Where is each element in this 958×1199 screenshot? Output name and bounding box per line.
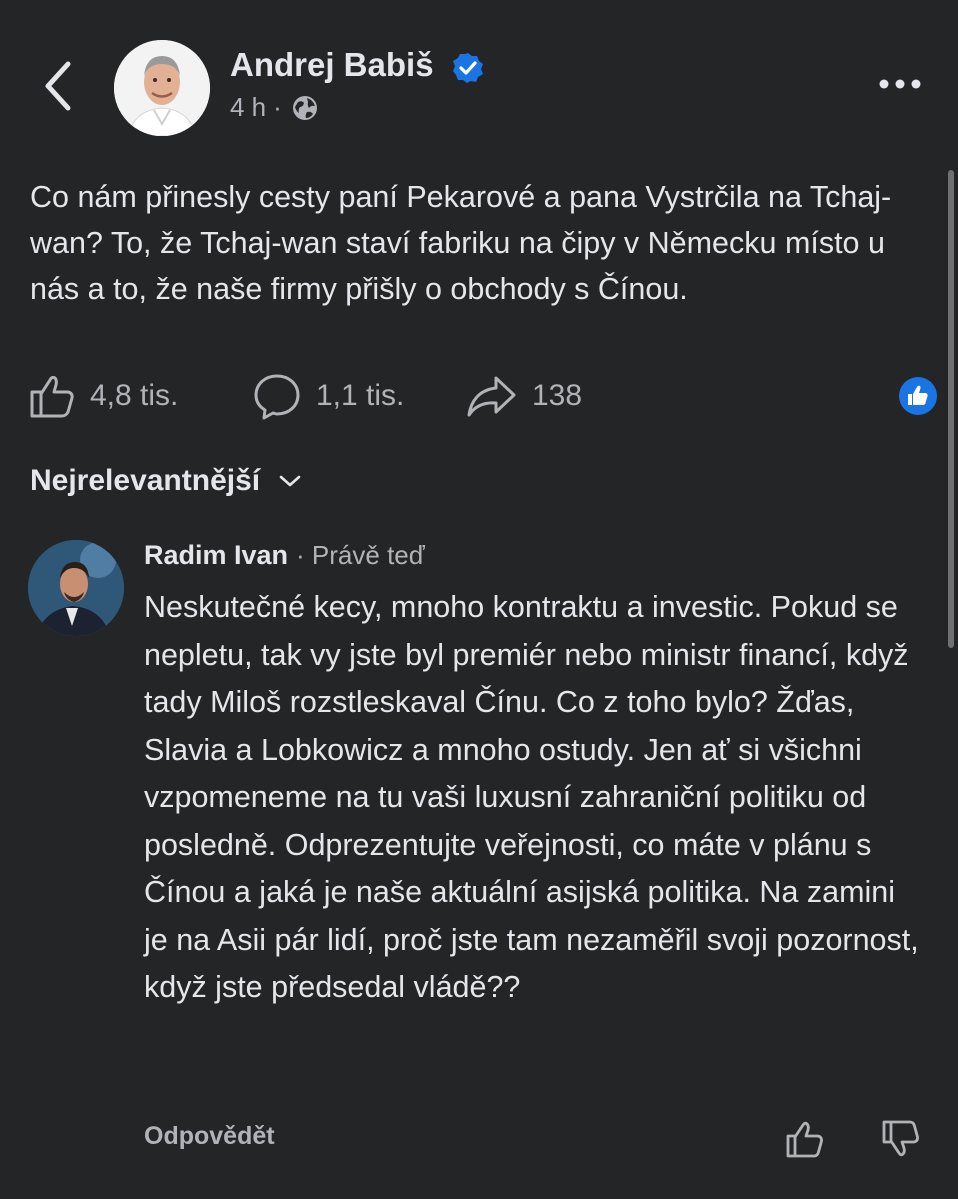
comment-bubble-icon bbox=[254, 374, 300, 420]
comment-time: · Právě teď bbox=[296, 540, 425, 570]
post-text: Co nám přinesly cesty paní Pekarové a pa… bbox=[30, 180, 892, 306]
like-reaction-icon[interactable] bbox=[898, 376, 938, 416]
back-chevron-icon[interactable] bbox=[38, 58, 78, 114]
verified-badge-icon bbox=[453, 53, 483, 83]
comment-count: 1,1 tis. bbox=[316, 379, 405, 412]
comment-dislike-icon[interactable] bbox=[880, 1118, 922, 1160]
post-time: 4 h bbox=[230, 92, 267, 122]
author-name[interactable]: Andrej Babiš bbox=[230, 46, 434, 84]
post-actions: 4,8 tis. 1,1 tis. 138 bbox=[28, 366, 938, 426]
meta-separator: · bbox=[273, 92, 282, 122]
chevron-down-icon bbox=[279, 475, 301, 487]
comment-text: Neskutečné kecy, mnoho kontraktu a inves… bbox=[144, 590, 919, 1004]
author-avatar[interactable] bbox=[114, 40, 210, 136]
more-options-icon[interactable] bbox=[876, 72, 924, 96]
comment-sort-dropdown[interactable]: Nejrelevantnější bbox=[30, 458, 302, 504]
post-header: Andrej Babiš 4 h · bbox=[0, 0, 958, 160]
like-button[interactable]: 4,8 tis. bbox=[28, 366, 178, 426]
comment-like-icon[interactable] bbox=[784, 1118, 826, 1160]
comment-button[interactable]: 1,1 tis. bbox=[252, 366, 404, 426]
thumbs-up-icon bbox=[30, 375, 74, 418]
comment-header: Radim Ivan · Právě teď bbox=[144, 540, 425, 571]
commenter-avatar[interactable] bbox=[28, 540, 124, 636]
reply-button[interactable]: Odpovědět bbox=[144, 1122, 275, 1151]
post-meta: 4 h · bbox=[230, 92, 319, 123]
share-arrow-icon bbox=[467, 376, 516, 417]
commenter-name[interactable]: Radim Ivan bbox=[144, 540, 288, 571]
sort-label: Nejrelevantnější bbox=[30, 464, 261, 497]
scrollbar[interactable] bbox=[948, 170, 954, 648]
share-count: 138 bbox=[532, 379, 583, 412]
like-count: 4,8 tis. bbox=[90, 379, 179, 412]
share-button[interactable]: 138 bbox=[466, 366, 582, 426]
globe-icon bbox=[292, 95, 317, 120]
